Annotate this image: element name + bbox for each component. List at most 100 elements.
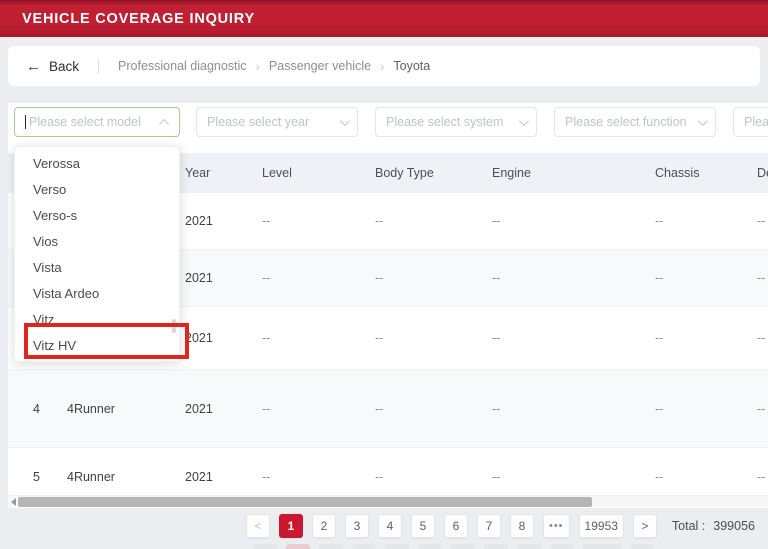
dropdown-option-verso[interactable]: Verso [15,177,179,203]
table-row[interactable]: 4 4Runner 2021 -- -- -- -- -- [8,370,768,448]
dropdown-option-vitz-hv[interactable]: Vitz HV [15,333,179,359]
horizontal-scrollbar[interactable] [8,495,768,507]
dropdown-option-vios[interactable]: Vios [15,229,179,255]
app-header: VEHICLE COVERAGE INQUIRY [0,0,768,37]
cell-level: -- [262,271,375,285]
model-select[interactable]: Please select model [14,107,180,137]
page-button-5[interactable]: 5 [411,514,435,538]
cell-engine: -- [492,214,655,228]
cell-level: -- [262,214,375,228]
col-body-type: Body Type [375,166,492,180]
dropdown-option-vista[interactable]: Vista [15,255,179,281]
chevron-right-icon: › [380,59,384,74]
cell-chassis: -- [655,402,757,416]
page-button-7[interactable]: 7 [477,514,501,538]
cell-level: -- [262,470,375,484]
system-select-placeholder: Please select system [386,115,515,129]
pagination: < 1 2 3 4 5 6 7 8 ••• 19953 > Total : 39… [0,509,768,543]
col-engine: Engine [492,166,655,180]
cell-body-type: -- [375,271,492,285]
cell-year: 2021 [185,214,262,228]
cell-body-type: -- [375,402,492,416]
dropdown-option-vitz[interactable]: Vitz [15,307,179,333]
dropdown-option-vista-ardeo[interactable]: Vista Ardeo [15,281,179,307]
model-dropdown-panel: Verossa Verso Verso-s Vios Vista Vista A… [14,146,180,362]
pagination-reflection [0,544,768,549]
total-count: Total : 399056 [672,519,755,533]
extra-select[interactable]: Pleas [733,107,768,137]
cell-no: 4 [33,402,67,416]
cell-device: -- [757,402,768,416]
function-select-placeholder: Please select function [565,115,694,129]
cell-body-type: -- [375,214,492,228]
cell-engine: -- [492,331,655,345]
cell-device: -- [757,331,768,345]
breadcrumb-item-brand: Toyota [393,59,430,73]
cell-chassis: -- [655,331,757,345]
scroll-left-icon[interactable] [11,498,16,506]
year-select[interactable]: Please select year [196,107,358,137]
year-select-placeholder: Please select year [207,115,336,129]
cell-chassis: -- [655,214,757,228]
page-button-3[interactable]: 3 [345,514,369,538]
breadcrumb-item-diagnostic[interactable]: Professional diagnostic [118,59,247,73]
dropdown-option-verossa[interactable]: Verossa [15,151,179,177]
cell-body-type: -- [375,331,492,345]
breadcrumb: Professional diagnostic › Passenger vehi… [118,59,430,74]
dropdown-option-verso-s[interactable]: Verso-s [15,203,179,229]
text-caret [25,115,26,129]
cell-chassis: -- [655,470,757,484]
next-page-button[interactable]: > [633,514,657,538]
last-page-button[interactable]: 19953 [579,514,624,538]
cell-no: 5 [33,470,67,484]
col-level: Level [262,166,375,180]
chevron-down-icon [340,116,350,126]
function-select[interactable]: Please select function [554,107,716,137]
cell-engine: -- [492,271,655,285]
chevron-down-icon [698,116,708,126]
page-button-2[interactable]: 2 [312,514,336,538]
cell-device: -- [757,470,768,484]
cell-level: -- [262,331,375,345]
horizontal-scrollbar-thumb[interactable] [18,497,592,507]
cell-year: 2021 [185,402,262,416]
cell-device: -- [757,214,768,228]
page-title: VEHICLE COVERAGE INQUIRY [22,11,255,27]
breadcrumb-bar: ← Back Professional diagnostic › Passeng… [8,46,760,86]
cell-year: 2021 [185,470,262,484]
page-button-6[interactable]: 6 [444,514,468,538]
back-arrow-icon: ← [26,59,41,74]
col-chassis: Chassis [655,166,757,180]
page-button-4[interactable]: 4 [378,514,402,538]
cell-year: 2021 [185,271,262,285]
back-label: Back [49,59,79,74]
back-button[interactable]: ← Back [26,59,79,74]
breadcrumb-divider [98,59,99,74]
total-label: Total : [672,519,705,533]
chevron-right-icon: › [256,59,260,74]
page-button-8[interactable]: 8 [510,514,534,538]
cell-chassis: -- [655,271,757,285]
chevron-down-icon [519,116,529,126]
cell-engine: -- [492,402,655,416]
more-pages-button[interactable]: ••• [543,514,570,538]
page-button-1[interactable]: 1 [279,514,303,538]
total-value: 399056 [713,519,755,533]
cell-level: -- [262,402,375,416]
breadcrumb-item-vehicle[interactable]: Passenger vehicle [269,59,371,73]
prev-page-button[interactable]: < [246,514,270,538]
col-year: Year [185,166,262,180]
cell-vehicle: 4Runner [67,402,185,416]
dropdown-scrollbar-thumb[interactable] [172,319,176,333]
cell-device: -- [757,271,768,285]
cell-engine: -- [492,470,655,484]
system-select[interactable]: Please select system [375,107,537,137]
cell-year: 2021 [185,331,262,345]
extra-select-placeholder: Pleas [744,115,768,129]
col-device: De [757,166,768,180]
cell-body-type: -- [375,470,492,484]
main-content-card: Please select model Please select year P… [8,103,768,508]
chevron-up-icon [159,118,169,128]
model-select-placeholder: Please select model [29,115,158,129]
cell-vehicle: 4Runner [67,470,185,484]
